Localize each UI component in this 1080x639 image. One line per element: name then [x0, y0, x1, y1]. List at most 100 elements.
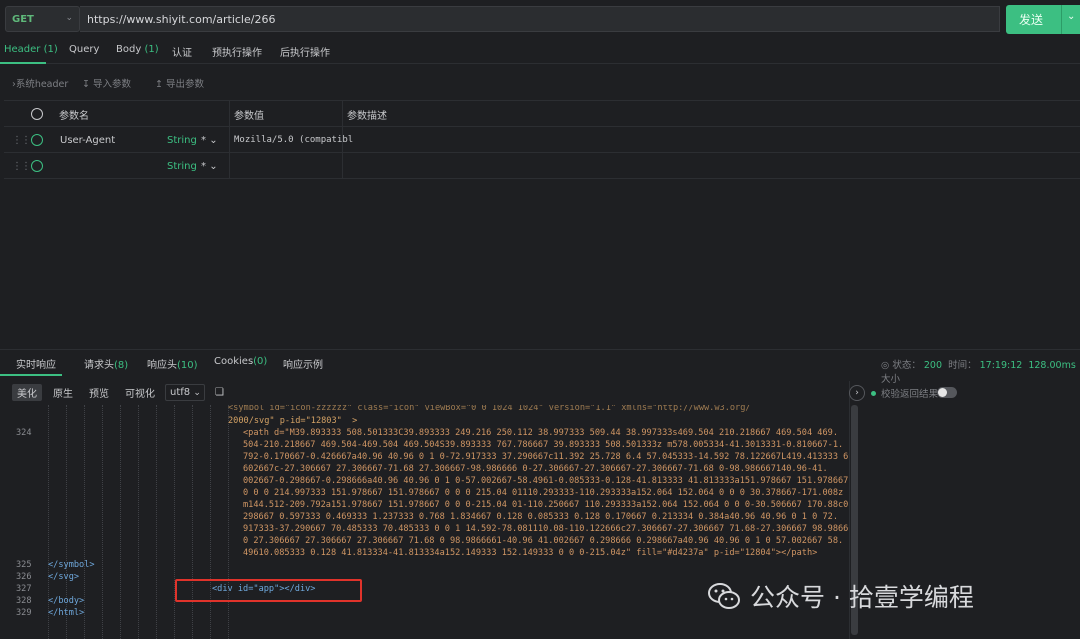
send-button[interactable]: 发送 ⌄ [1006, 5, 1080, 34]
tab-header[interactable]: Header (1) [4, 44, 58, 55]
param-type-select[interactable]: String [167, 153, 197, 179]
copy-icon[interactable]: ❏ [210, 384, 229, 401]
tab-cookies-count: (0) [253, 356, 268, 367]
code-line: </symbol> [48, 560, 95, 570]
tab-auth[interactable]: 认证 [172, 44, 192, 59]
chevron-down-icon: ⌄ [209, 160, 218, 172]
validate-toggle[interactable] [937, 387, 957, 398]
status-dot-icon [871, 390, 876, 396]
active-tab-indicator [0, 374, 62, 376]
code-line: 298667 0.597333 0.469333 1.237333 0.768 … [243, 512, 838, 522]
export-icon: ↥ [155, 79, 163, 90]
encoding-value: utf8 [170, 387, 191, 398]
view-pretty-button[interactable]: 美化 [12, 384, 42, 401]
table-header-row: 参数名 参数值 参数描述 [4, 101, 1080, 127]
method-select[interactable]: GET ⌄ [5, 6, 80, 32]
validate-label: 校验返回结果 [881, 389, 939, 400]
system-header-toggle[interactable]: ›系统header [12, 76, 68, 90]
system-header-label: 系统header [15, 79, 69, 90]
table-row: ⋮⋮ String * ⌄ [4, 153, 1080, 179]
code-line: 2000/svg" p-id="12803" > [228, 416, 358, 426]
tab-request-headers[interactable]: 请求头(8) [84, 356, 128, 371]
export-label: 导出参数 [166, 79, 205, 90]
view-visual-button[interactable]: 可视化 [120, 384, 160, 401]
method-label: GET [12, 13, 34, 25]
code-line: <symbol id="icon-zzzzzz" class="icon" vi… [228, 405, 751, 413]
import-label: 导入参数 [93, 79, 132, 90]
drag-handle-icon[interactable]: ⋮⋮ [12, 153, 31, 179]
code-line: 917333-37.290667 70.485333 70.485333 0 0… [243, 524, 849, 534]
tab-body-count: (1) [144, 44, 159, 55]
tab-request-headers-count: (8) [114, 360, 129, 371]
tab-header-label: Header [4, 44, 41, 55]
required-asterisk: * [201, 134, 206, 146]
import-icon: ↧ [82, 79, 90, 90]
col-param-name: 参数名 [59, 110, 89, 122]
chevron-down-icon[interactable]: ⌄ [1067, 11, 1075, 22]
tab-cookies[interactable]: Cookies(0) [214, 356, 267, 367]
duration-value: 128.00ms [1028, 360, 1076, 371]
time-value: 17:19:12 [979, 360, 1023, 371]
watermark: 公众号 · 拾壹学编程 [706, 578, 974, 614]
tab-query[interactable]: Query [69, 44, 99, 55]
row-checkbox[interactable] [31, 134, 43, 146]
code-line: 0 27.306667 27.306667 27.306667 71.68 0 … [243, 536, 844, 546]
status-code: 200 [923, 360, 943, 371]
time-label: 时间： [948, 360, 977, 371]
line-number: 326 [16, 572, 32, 582]
view-raw-button[interactable]: 原生 [48, 384, 78, 401]
tab-header-count: (1) [43, 44, 58, 55]
tab-body[interactable]: Body (1) [116, 44, 159, 55]
tab-request-headers-label: 请求头 [84, 360, 114, 371]
tab-cookies-label: Cookies [214, 356, 254, 367]
code-line: 792-0.170667-0.426667a40.96 40.96 0 1 0-… [243, 452, 849, 462]
col-param-value: 参数值 [234, 110, 264, 122]
tab-pre-script[interactable]: 预执行操作 [212, 44, 262, 59]
required-asterisk: * [201, 160, 206, 172]
code-line: 49610.085333 0.128 41.813334-41.813334a1… [243, 548, 818, 558]
export-params-button[interactable]: ↥ 导出参数 [155, 76, 204, 90]
highlight-annotation-box [175, 579, 362, 602]
request-bar: GET ⌄ https://www.shiyit.com/article/266… [0, 0, 1080, 38]
param-type-select[interactable]: String [167, 127, 197, 153]
tab-response-headers-label: 响应头 [147, 360, 177, 371]
request-tabs: Header (1) Query Body (1) 认证 预执行操作 后执行操作 [0, 38, 1080, 64]
param-toolbar: ›系统header ↧ 导入参数 ↥ 导出参数 [0, 70, 1080, 94]
table-row: ⋮⋮ User-Agent String * ⌄ Mozilla/5.0 (co… [4, 127, 1080, 153]
tab-realtime-response[interactable]: 实时响应 [16, 356, 56, 371]
drag-handle-icon[interactable]: ⋮⋮ [12, 127, 31, 153]
line-number: 329 [16, 608, 32, 618]
tab-response-example[interactable]: 响应示例 [283, 356, 323, 371]
row-checkbox[interactable] [31, 160, 43, 172]
view-preview-button[interactable]: 预览 [84, 384, 114, 401]
status-label: 状态： [892, 360, 921, 371]
chevron-right-icon[interactable]: › [849, 385, 865, 401]
wechat-icon [708, 583, 740, 609]
import-params-button[interactable]: ↧ 导入参数 [82, 76, 131, 90]
required-marker[interactable]: * ⌄ [201, 153, 218, 179]
chevron-down-icon: ⌄ [65, 13, 73, 23]
code-line: </body> [48, 596, 85, 606]
select-all-checkbox[interactable] [31, 108, 43, 120]
validate-result-option[interactable]: 校验返回结果 [871, 386, 938, 400]
tab-body-label: Body [116, 44, 142, 55]
watermark-text: 公众号 · 拾壹学编程 [750, 583, 974, 612]
code-line: 0 0 0 214.997333 151.978667 151.978667 0… [243, 488, 844, 498]
send-divider [1061, 5, 1062, 34]
line-number: 328 [16, 596, 32, 606]
param-name-input[interactable]: User-Agent [60, 127, 115, 153]
encoding-select[interactable]: utf8 ⌄ [165, 384, 205, 401]
param-value-input[interactable]: Mozilla/5.0 (compatibl [234, 127, 353, 153]
tab-post-script[interactable]: 后执行操作 [280, 44, 330, 59]
globe-icon: ◎ [881, 360, 890, 371]
line-number: 327 [16, 584, 32, 594]
code-line: </html> [48, 608, 85, 618]
send-label: 发送 [1019, 13, 1044, 27]
code-line: <path d="M39.893333 508.501333C39.893333… [243, 428, 838, 438]
tab-response-headers-count: (10) [177, 360, 198, 371]
url-input[interactable]: https://www.shiyit.com/article/266 [80, 6, 1000, 32]
tab-response-headers[interactable]: 响应头(10) [147, 356, 198, 371]
code-line: 002667-0.298667-0.298666a40.96 40.96 0 1… [243, 476, 849, 486]
active-tab-indicator [0, 62, 46, 64]
required-marker[interactable]: * ⌄ [201, 127, 218, 153]
